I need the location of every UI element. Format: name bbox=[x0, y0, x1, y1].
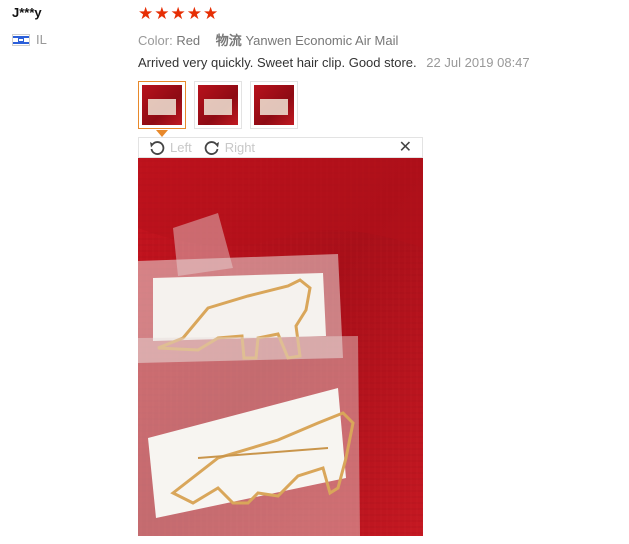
photo-thumbnails bbox=[138, 81, 298, 137]
color-value: Red bbox=[176, 33, 201, 48]
color-label: Color: bbox=[138, 33, 173, 48]
photo-thumbnail-2[interactable] bbox=[194, 81, 242, 129]
star-icon: ★ bbox=[203, 4, 219, 23]
rotate-right-button[interactable]: Right bbox=[204, 140, 255, 156]
star-icon: ★ bbox=[138, 4, 154, 23]
photo-thumbnail-1[interactable] bbox=[138, 81, 186, 137]
order-meta: Color: Red 物流 Yanwen Economic Air Mail bbox=[138, 30, 398, 49]
review-photo bbox=[138, 158, 423, 536]
star-icon: ★ bbox=[170, 4, 186, 23]
review-body: Arrived very quickly. Sweet hair clip. G… bbox=[138, 55, 530, 70]
rotate-right-label: Right bbox=[224, 140, 256, 155]
israel-flag-icon bbox=[12, 33, 30, 46]
close-icon[interactable]: ✕ bbox=[399, 139, 412, 157]
star-icon: ★ bbox=[186, 4, 202, 23]
viewer-toolbar: Left Right ✕ bbox=[138, 137, 423, 158]
reviewer-name: J***y bbox=[12, 5, 42, 20]
rotate-left-button[interactable]: Left bbox=[149, 140, 192, 156]
photo-viewer: Left Right ✕ bbox=[138, 137, 423, 536]
shipping-value: Yanwen Economic Air Mail bbox=[245, 33, 399, 48]
photo-thumbnail-image bbox=[198, 85, 238, 125]
country-code: IL bbox=[36, 32, 47, 47]
star-icon: ★ bbox=[154, 4, 170, 23]
shipping-label: 物流 bbox=[215, 33, 242, 48]
photo-thumbnail-image bbox=[142, 85, 182, 125]
photo-thumbnail-3[interactable] bbox=[250, 81, 298, 129]
reviewer-country: IL bbox=[12, 32, 47, 47]
selected-indicator bbox=[156, 130, 168, 137]
rotate-left-label: Left bbox=[170, 140, 192, 155]
star-rating: ★ ★ ★ ★ ★ bbox=[138, 4, 218, 24]
review-date: 22 Jul 2019 08:47 bbox=[426, 55, 530, 70]
photo-thumbnail-image bbox=[254, 85, 294, 125]
rotate-left-icon bbox=[150, 140, 165, 155]
rotate-right-icon bbox=[204, 140, 219, 155]
review-text: Arrived very quickly. Sweet hair clip. G… bbox=[138, 55, 417, 70]
